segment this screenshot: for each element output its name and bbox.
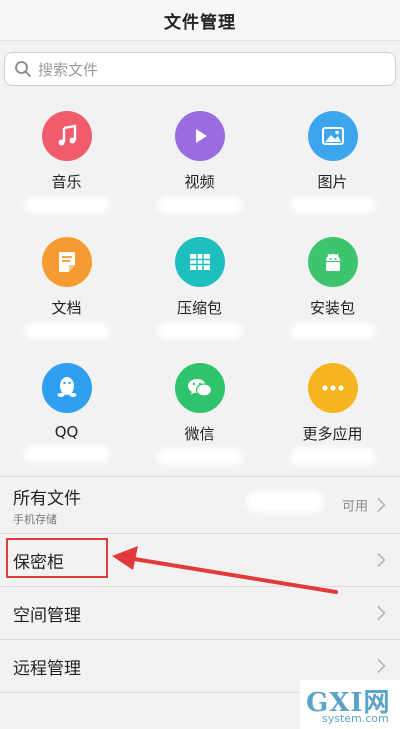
space-management-row[interactable]: 空间管理 (0, 587, 400, 640)
category-documents[interactable]: 文档 (0, 224, 133, 346)
category-label: 图片 (317, 173, 348, 191)
category-more-apps[interactable]: 更多应用 (266, 350, 399, 472)
music-icon (41, 111, 92, 161)
redacted-count (27, 449, 106, 459)
category-label: 文档 (51, 299, 82, 317)
category-apks[interactable]: 安装包 (266, 224, 399, 346)
storage-list: 所有文件 手机存储 可用 保密柜 空间管理 远程管理 (0, 476, 400, 693)
category-video[interactable]: 视频 (133, 98, 266, 220)
category-wechat[interactable]: 微信 (133, 350, 266, 472)
redacted-count (27, 326, 106, 336)
site-watermark: GXI网 system.com (300, 680, 400, 729)
category-label: QQ (54, 423, 79, 441)
page-title: 文件管理 (164, 12, 236, 33)
annotation-highlight-box (6, 538, 108, 578)
category-label: 视频 (184, 173, 215, 191)
category-label: 更多应用 (302, 425, 363, 443)
all-files-row[interactable]: 所有文件 手机存储 可用 (0, 477, 400, 534)
android-icon (307, 237, 358, 287)
wechat-icon (174, 363, 225, 413)
space-management-label: 空间管理 (13, 605, 81, 626)
more-icon (307, 363, 358, 413)
all-files-title: 所有文件 (13, 488, 81, 509)
category-qq[interactable]: QQ (0, 350, 133, 472)
redacted-count (293, 452, 372, 462)
category-archives[interactable]: 压缩包 (133, 224, 266, 346)
all-files-subtitle: 手机存储 (13, 512, 57, 526)
category-label: 音乐 (51, 173, 82, 191)
search-input[interactable]: 搜索文件 (4, 52, 396, 86)
redacted-storage (250, 495, 320, 509)
available-label: 可用 (341, 499, 368, 515)
chevron-right-icon (377, 605, 386, 621)
archive-icon (174, 237, 225, 287)
category-grid: 音乐 视频 图片 文档 压缩包 安装包 QQ 微信 更多应用 (0, 98, 400, 463)
document-icon (41, 237, 92, 287)
category-label: 压缩包 (176, 299, 222, 317)
category-music[interactable]: 音乐 (0, 98, 133, 220)
watermark-site: system.com (322, 712, 389, 725)
redacted-count (293, 200, 372, 210)
title-bar: 文件管理 (0, 0, 400, 41)
redacted-count (160, 200, 239, 210)
remote-management-label: 远程管理 (13, 658, 81, 679)
chevron-right-icon (377, 497, 386, 513)
category-label: 微信 (184, 425, 215, 443)
category-image[interactable]: 图片 (266, 98, 399, 220)
category-label: 安装包 (309, 299, 355, 317)
redacted-count (27, 200, 106, 210)
qq-penguin-icon (41, 363, 92, 413)
chevron-right-icon (377, 552, 386, 568)
redacted-count (160, 326, 239, 336)
video-icon (174, 111, 225, 161)
chevron-right-icon (377, 658, 386, 674)
redacted-count (293, 326, 372, 336)
image-icon (307, 111, 358, 161)
search-icon (15, 61, 31, 77)
redacted-count (160, 452, 239, 462)
search-placeholder: 搜索文件 (38, 60, 99, 79)
